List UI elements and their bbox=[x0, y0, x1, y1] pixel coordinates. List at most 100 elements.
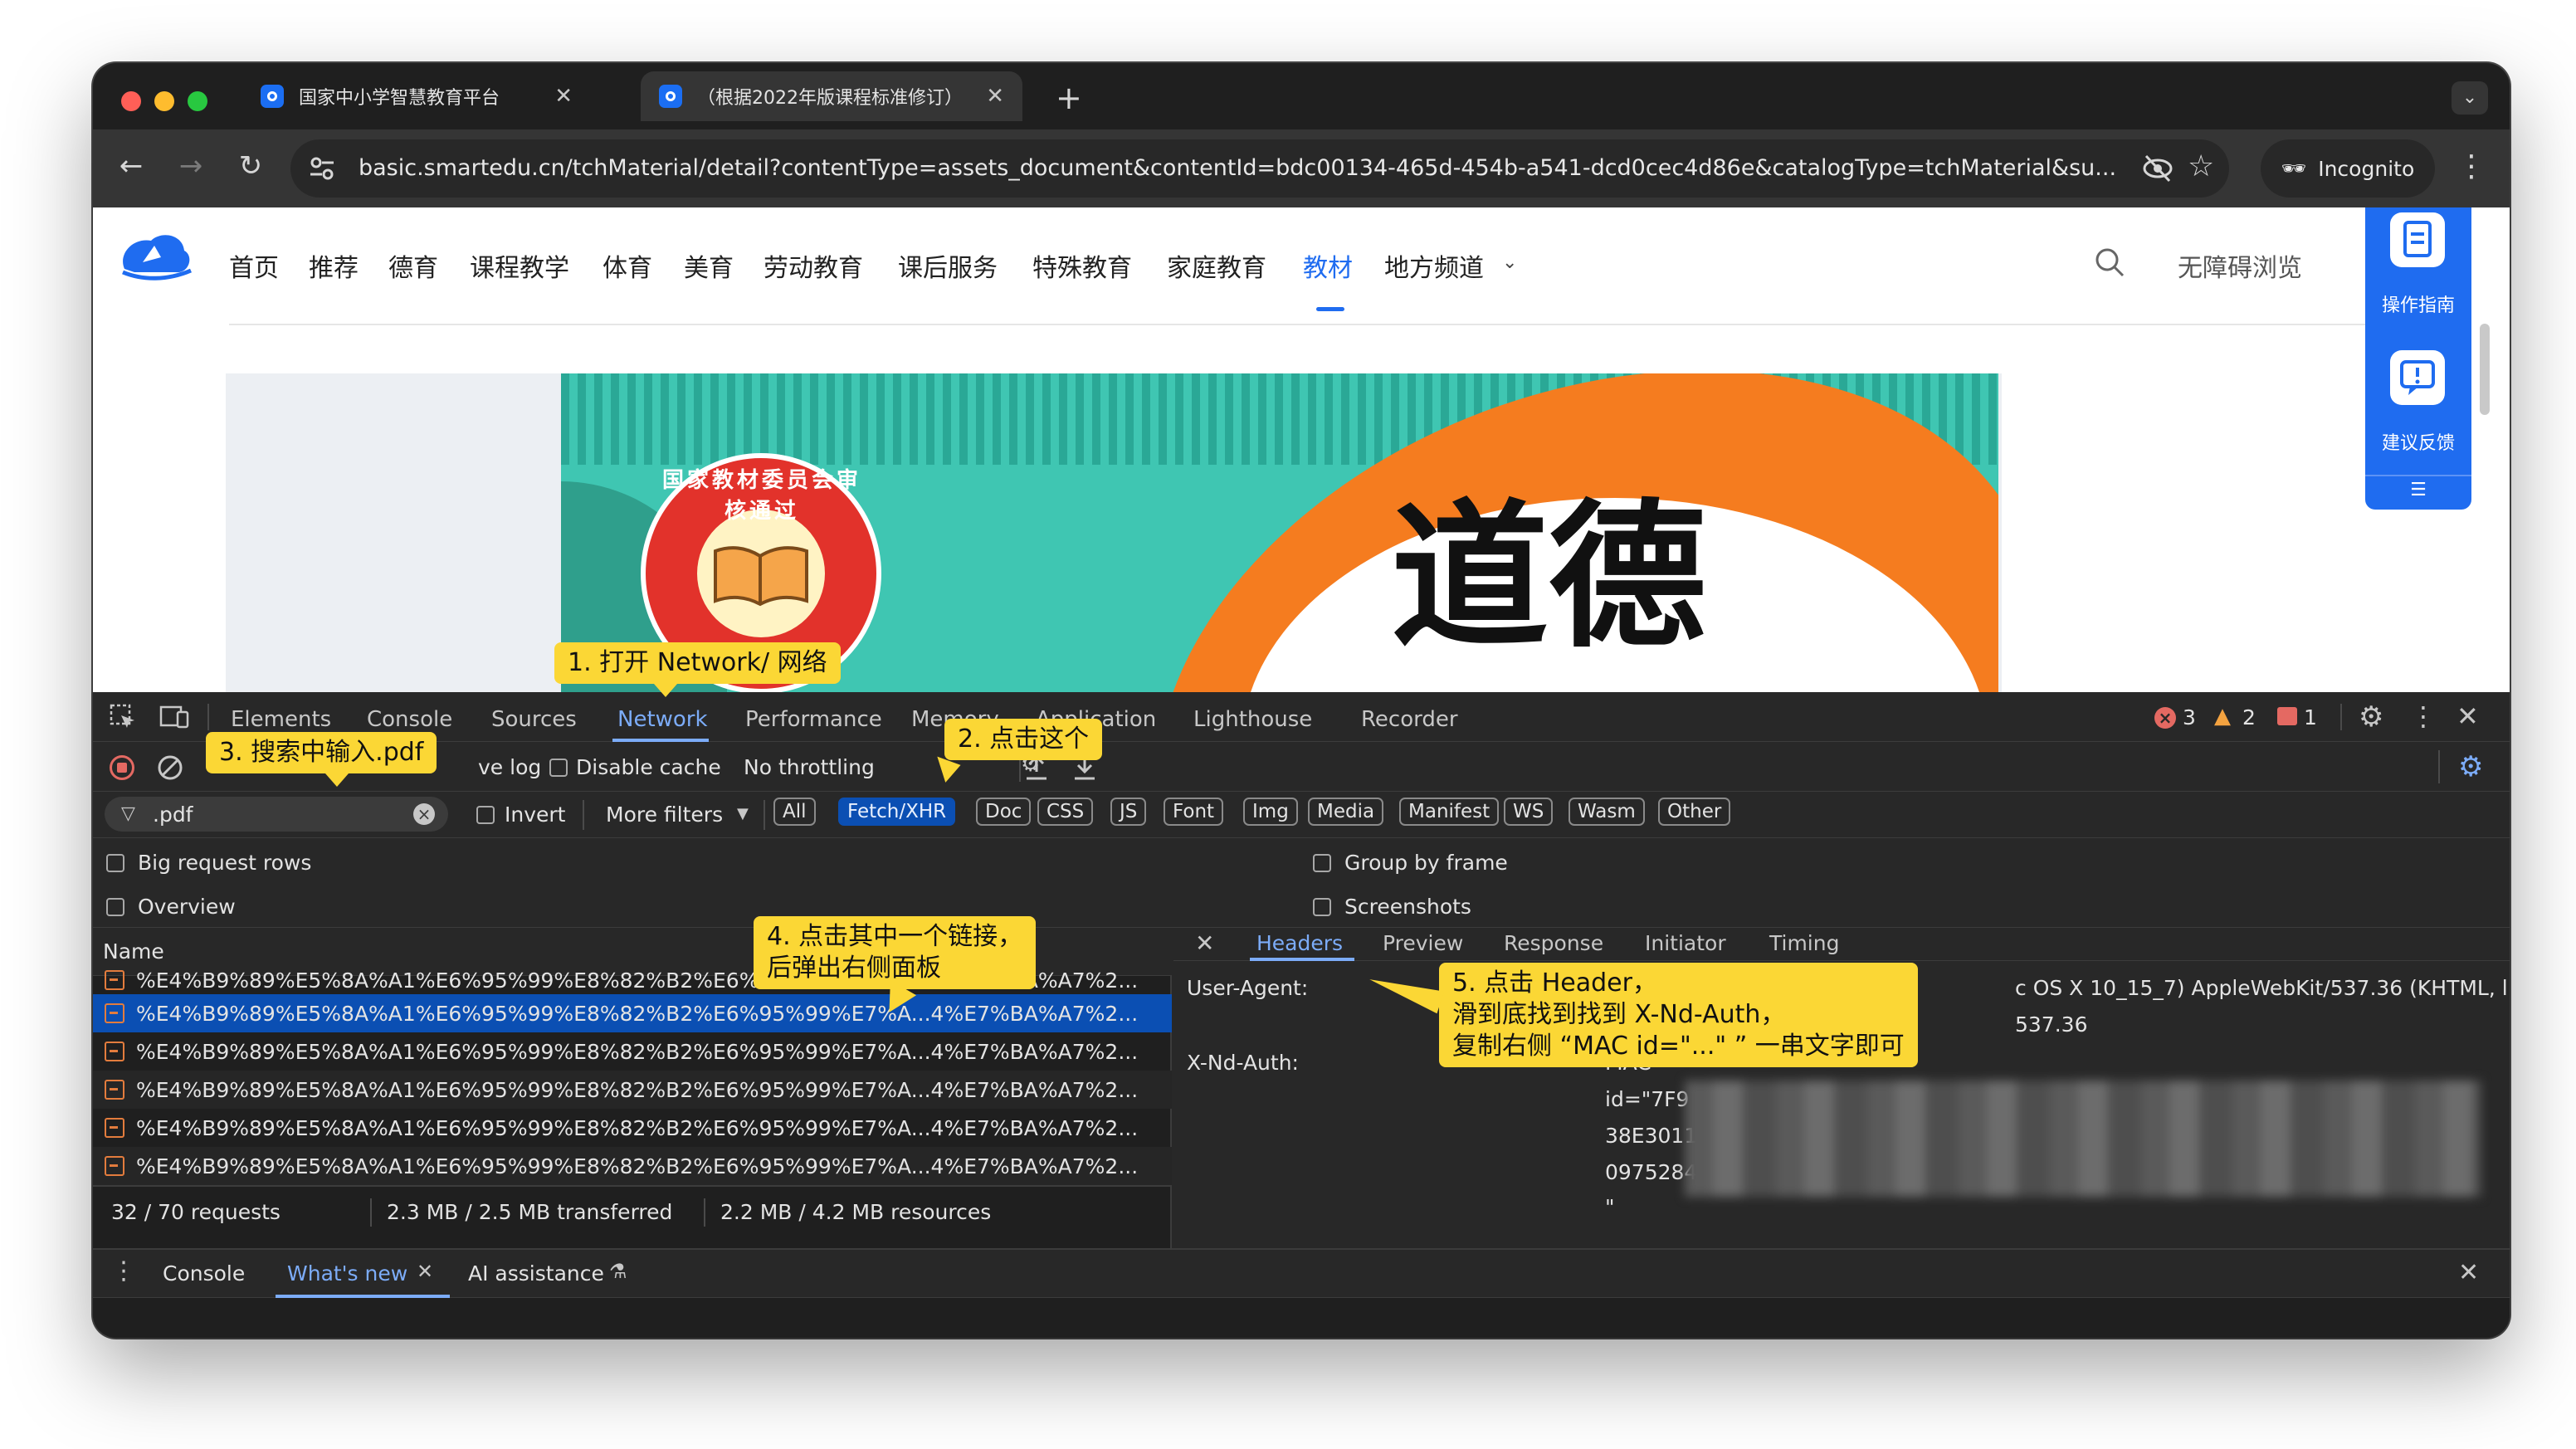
close-tab-icon[interactable]: ✕ bbox=[554, 84, 573, 109]
guide-icon[interactable] bbox=[2390, 212, 2445, 267]
type-filter-wasm[interactable]: Wasm bbox=[1569, 798, 1645, 826]
incognito-badge[interactable]: 🕶 Incognito bbox=[2261, 139, 2435, 198]
table-row[interactable]: %E4%B9%89%E5%8A%A1%E6%95%99%E8%82%B2%E6%… bbox=[93, 1071, 1172, 1109]
overview-label[interactable]: Overview bbox=[138, 895, 236, 919]
guide-label[interactable]: 操作指南 bbox=[2365, 290, 2471, 317]
tab-sources[interactable]: Sources bbox=[491, 707, 577, 732]
feedback-icon[interactable] bbox=[2390, 350, 2445, 405]
type-filter-ws[interactable]: WS bbox=[1504, 798, 1554, 826]
devtools-more-icon[interactable]: ⋮ bbox=[2410, 700, 2437, 732]
browser-tab[interactable]: 国家中小学智慧教育平台 ✕ bbox=[242, 71, 591, 121]
type-filter-doc[interactable]: Doc bbox=[976, 798, 1032, 826]
type-filter-media[interactable]: Media bbox=[1308, 798, 1384, 826]
device-toolbar-icon[interactable] bbox=[159, 704, 191, 730]
error-count[interactable]: 3 bbox=[2183, 705, 2196, 729]
type-filter-other[interactable]: Other bbox=[1658, 798, 1731, 826]
search-icon[interactable] bbox=[2093, 246, 2126, 279]
network-panel-settings-icon[interactable]: ⚙ bbox=[2458, 750, 2483, 783]
detail-tab-initiator[interactable]: Initiator bbox=[1645, 931, 1726, 955]
record-stop-icon[interactable] bbox=[110, 755, 134, 780]
screenshots-label[interactable]: Screenshots bbox=[1344, 895, 1471, 919]
nav-home[interactable]: 首页 bbox=[229, 247, 279, 284]
close-devtools-icon[interactable]: ✕ bbox=[2456, 700, 2479, 732]
nav-labor[interactable]: 劳动教育 bbox=[764, 247, 863, 284]
close-detail-icon[interactable]: ✕ bbox=[1195, 929, 1214, 957]
warning-count[interactable]: 2 bbox=[2242, 705, 2256, 729]
preserve-log-label[interactable]: ve log bbox=[478, 755, 541, 779]
close-drawer-tab-icon[interactable]: ✕ bbox=[417, 1260, 433, 1283]
nav-pe[interactable]: 体育 bbox=[603, 247, 652, 284]
filter-input[interactable]: ▽ .pdf × bbox=[105, 797, 448, 832]
clear-icon[interactable] bbox=[156, 754, 184, 782]
close-tab-icon[interactable]: ✕ bbox=[986, 84, 1004, 109]
detail-tab-headers[interactable]: Headers bbox=[1256, 931, 1343, 955]
more-filters-dropdown[interactable]: More filters bbox=[606, 803, 723, 827]
minimize-window-button[interactable] bbox=[154, 91, 174, 111]
drawer-tab-whats-new[interactable]: What's new bbox=[287, 1261, 407, 1286]
invert-checkbox[interactable] bbox=[476, 806, 495, 824]
big-request-rows-checkbox[interactable] bbox=[106, 854, 124, 872]
group-by-frame-label[interactable]: Group by frame bbox=[1344, 851, 1508, 875]
throttling-select[interactable]: No throttling bbox=[744, 755, 875, 779]
close-window-button[interactable] bbox=[121, 91, 141, 111]
maximize-window-button[interactable] bbox=[188, 91, 207, 111]
drawer-tab-console[interactable]: Console bbox=[163, 1261, 245, 1286]
tab-search-icon[interactable]: ⌄ bbox=[2452, 81, 2488, 115]
detail-tab-timing[interactable]: Timing bbox=[1769, 931, 1839, 955]
bookmark-star-icon[interactable]: ☆ bbox=[2188, 149, 2214, 183]
group-by-frame-checkbox[interactable] bbox=[1313, 854, 1331, 872]
invert-label[interactable]: Invert bbox=[505, 803, 565, 827]
nav-moral[interactable]: 德育 bbox=[388, 247, 438, 284]
screenshots-checkbox[interactable] bbox=[1313, 898, 1331, 916]
tab-network[interactable]: Network bbox=[617, 707, 708, 732]
nav-courses[interactable]: 课程教学 bbox=[470, 247, 569, 284]
inspect-element-icon[interactable] bbox=[110, 704, 136, 730]
nav-textbooks[interactable]: 教材 bbox=[1303, 247, 1353, 284]
detail-tab-response[interactable]: Response bbox=[1504, 931, 1603, 955]
eye-off-icon[interactable] bbox=[2141, 153, 2174, 184]
detail-tab-preview[interactable]: Preview bbox=[1383, 931, 1463, 955]
site-logo[interactable] bbox=[118, 229, 193, 281]
page-scrollbar[interactable] bbox=[2480, 324, 2490, 415]
document-viewer[interactable]: 道德 国家教材委员会审核通过 bbox=[226, 373, 2002, 692]
accessibility-link[interactable]: 无障碍浏览 bbox=[2178, 247, 2302, 284]
type-filter-img[interactable]: Img bbox=[1243, 798, 1298, 826]
table-row[interactable]: %E4%B9%89%E5%8A%A1%E6%95%99%E8%82%B2%E6%… bbox=[93, 1109, 1172, 1147]
close-drawer-icon[interactable]: ✕ bbox=[2458, 1258, 2479, 1287]
nav-family[interactable]: 家庭教育 bbox=[1167, 247, 1266, 284]
address-bar[interactable]: basic.smartedu.cn/tchMaterial/detail?con… bbox=[290, 139, 2229, 198]
table-row[interactable]: %E4%B9%89%E5%8A%A1%E6%95%99%E8%82%B2%E6%… bbox=[93, 1032, 1172, 1071]
overview-checkbox[interactable] bbox=[106, 898, 124, 916]
type-filter-js[interactable]: JS bbox=[1110, 798, 1147, 826]
reload-icon[interactable]: ↻ bbox=[229, 144, 272, 188]
tab-console[interactable]: Console bbox=[367, 707, 452, 732]
tab-performance[interactable]: Performance bbox=[745, 707, 882, 732]
type-filter-manifest[interactable]: Manifest bbox=[1399, 798, 1500, 826]
nav-special[interactable]: 特殊教育 bbox=[1032, 247, 1132, 284]
issues-icon[interactable] bbox=[2277, 707, 2297, 725]
back-icon[interactable]: ← bbox=[110, 144, 153, 188]
disable-cache-checkbox[interactable] bbox=[549, 759, 568, 777]
type-filter-font[interactable]: Font bbox=[1164, 798, 1224, 826]
feedback-label[interactable]: 建议反馈 bbox=[2365, 428, 2471, 455]
type-filter-fetch-xhr[interactable]: Fetch/XHR bbox=[838, 798, 956, 826]
big-request-rows-label[interactable]: Big request rows bbox=[138, 851, 311, 875]
drawer-menu-icon[interactable]: ⋮ bbox=[111, 1256, 136, 1286]
nav-local[interactable]: 地方频道 bbox=[1384, 247, 1484, 284]
settings-gear-icon[interactable]: ⚙ bbox=[2359, 700, 2383, 734]
tab-recorder[interactable]: Recorder bbox=[1361, 707, 1458, 732]
warning-icon[interactable]: ▲ bbox=[2214, 704, 2231, 729]
table-row[interactable]: %E4%B9%89%E5%8A%A1%E6%95%99%E8%82%B2%E6%… bbox=[93, 1147, 1172, 1185]
nav-recommend[interactable]: 推荐 bbox=[309, 247, 359, 284]
table-row-selected[interactable]: %E4%B9%89%E5%8A%A1%E6%95%99%E8%82%B2%E6%… bbox=[93, 994, 1172, 1032]
browser-tab-active[interactable]: （根据2022年版课程标准修订） ✕ bbox=[641, 71, 1022, 121]
type-filter-css[interactable]: CSS bbox=[1037, 798, 1094, 826]
new-tab-button[interactable]: + bbox=[1056, 80, 1082, 116]
tab-elements[interactable]: Elements bbox=[231, 707, 331, 732]
site-info-icon[interactable] bbox=[309, 156, 335, 181]
name-column-header[interactable]: Name bbox=[103, 939, 164, 964]
nav-arts[interactable]: 美育 bbox=[684, 247, 734, 284]
tab-lighthouse[interactable]: Lighthouse bbox=[1193, 707, 1312, 732]
type-filter-all[interactable]: All bbox=[773, 798, 816, 826]
disable-cache-label[interactable]: Disable cache bbox=[576, 755, 721, 779]
